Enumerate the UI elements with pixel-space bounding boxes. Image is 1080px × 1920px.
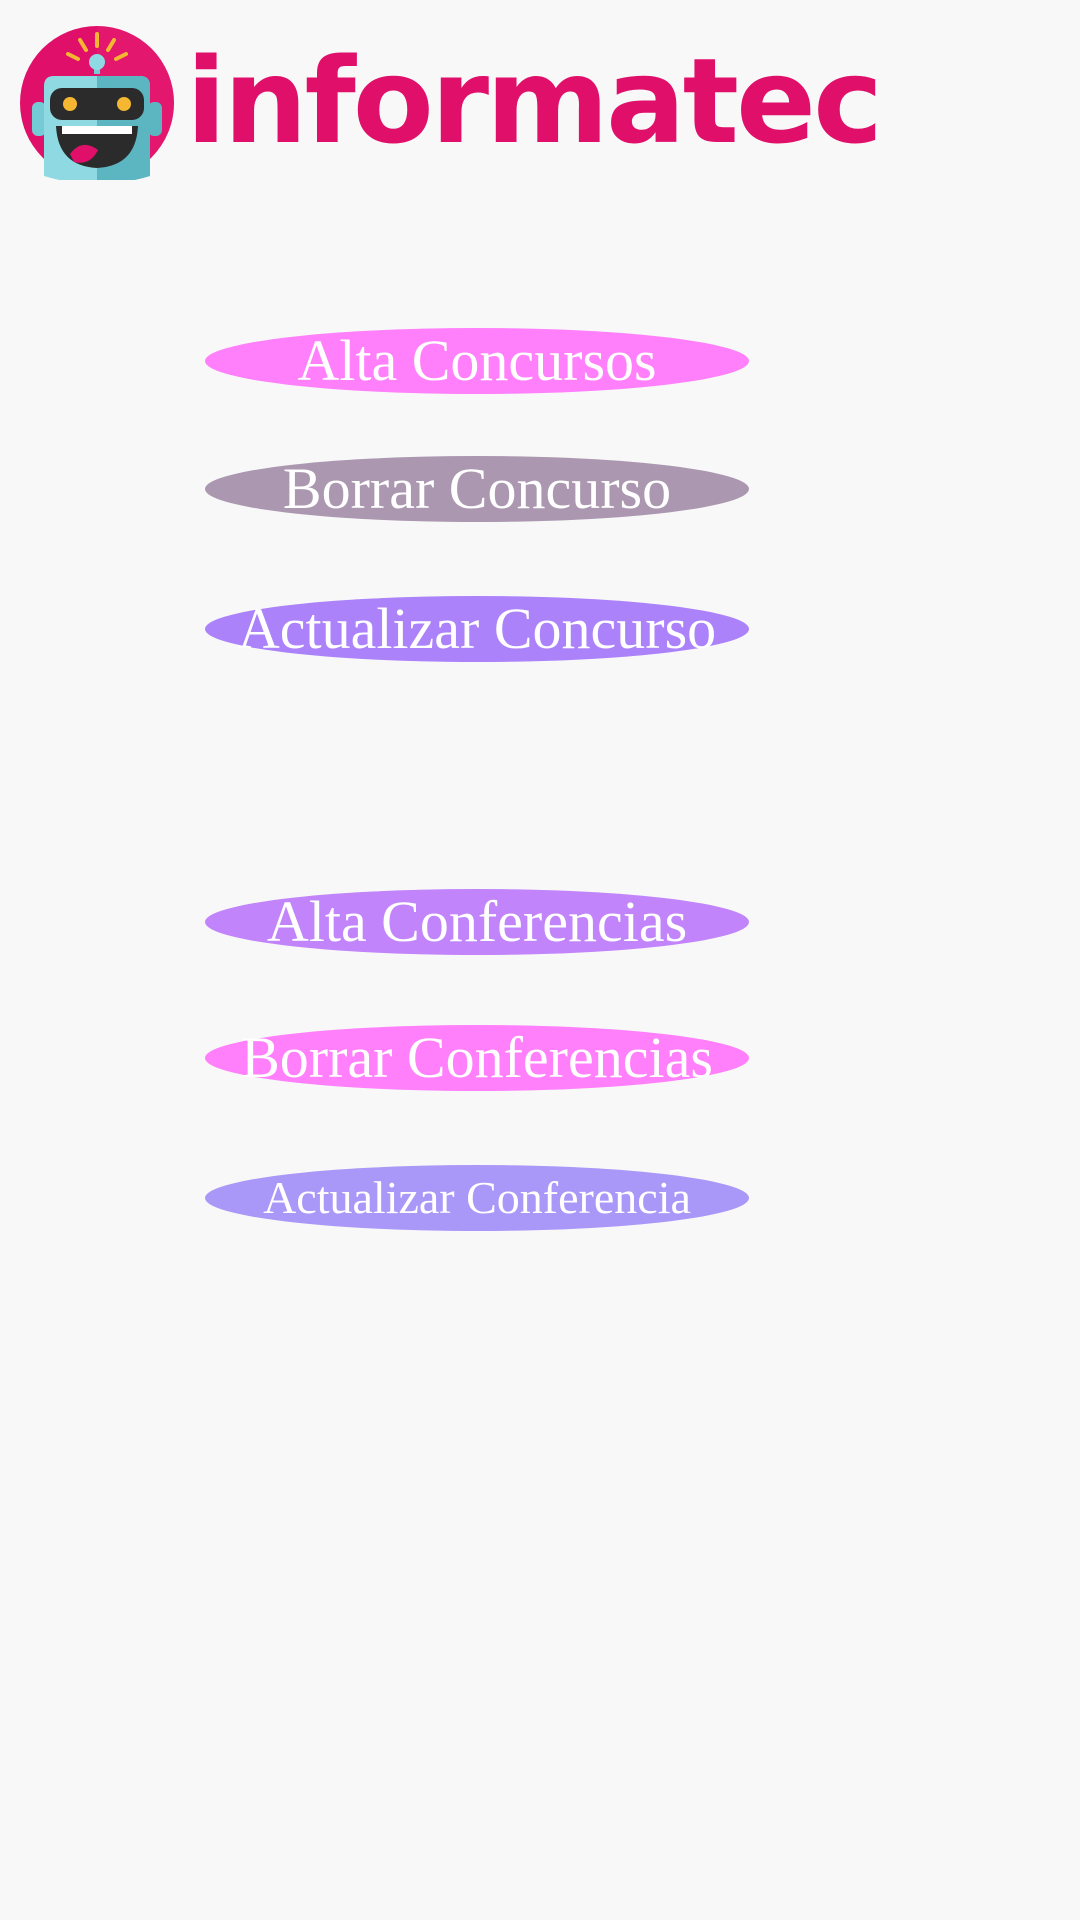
- borrar-concurso-button[interactable]: Borrar Concurso: [205, 456, 749, 522]
- app-header: informatec: [0, 0, 1080, 200]
- brand-name: informatec: [186, 32, 883, 170]
- actualizar-concurso-button[interactable]: Actualizar Concurso: [205, 596, 749, 662]
- actualizar-conferencia-button[interactable]: Actualizar Conferencia: [205, 1165, 749, 1231]
- alta-concursos-button[interactable]: Alta Concursos: [205, 328, 749, 394]
- borrar-conferencias-button[interactable]: Borrar Conferencias: [205, 1025, 749, 1091]
- robot-logo-icon: [20, 26, 174, 180]
- alta-conferencias-button[interactable]: Alta Conferencias: [205, 889, 749, 955]
